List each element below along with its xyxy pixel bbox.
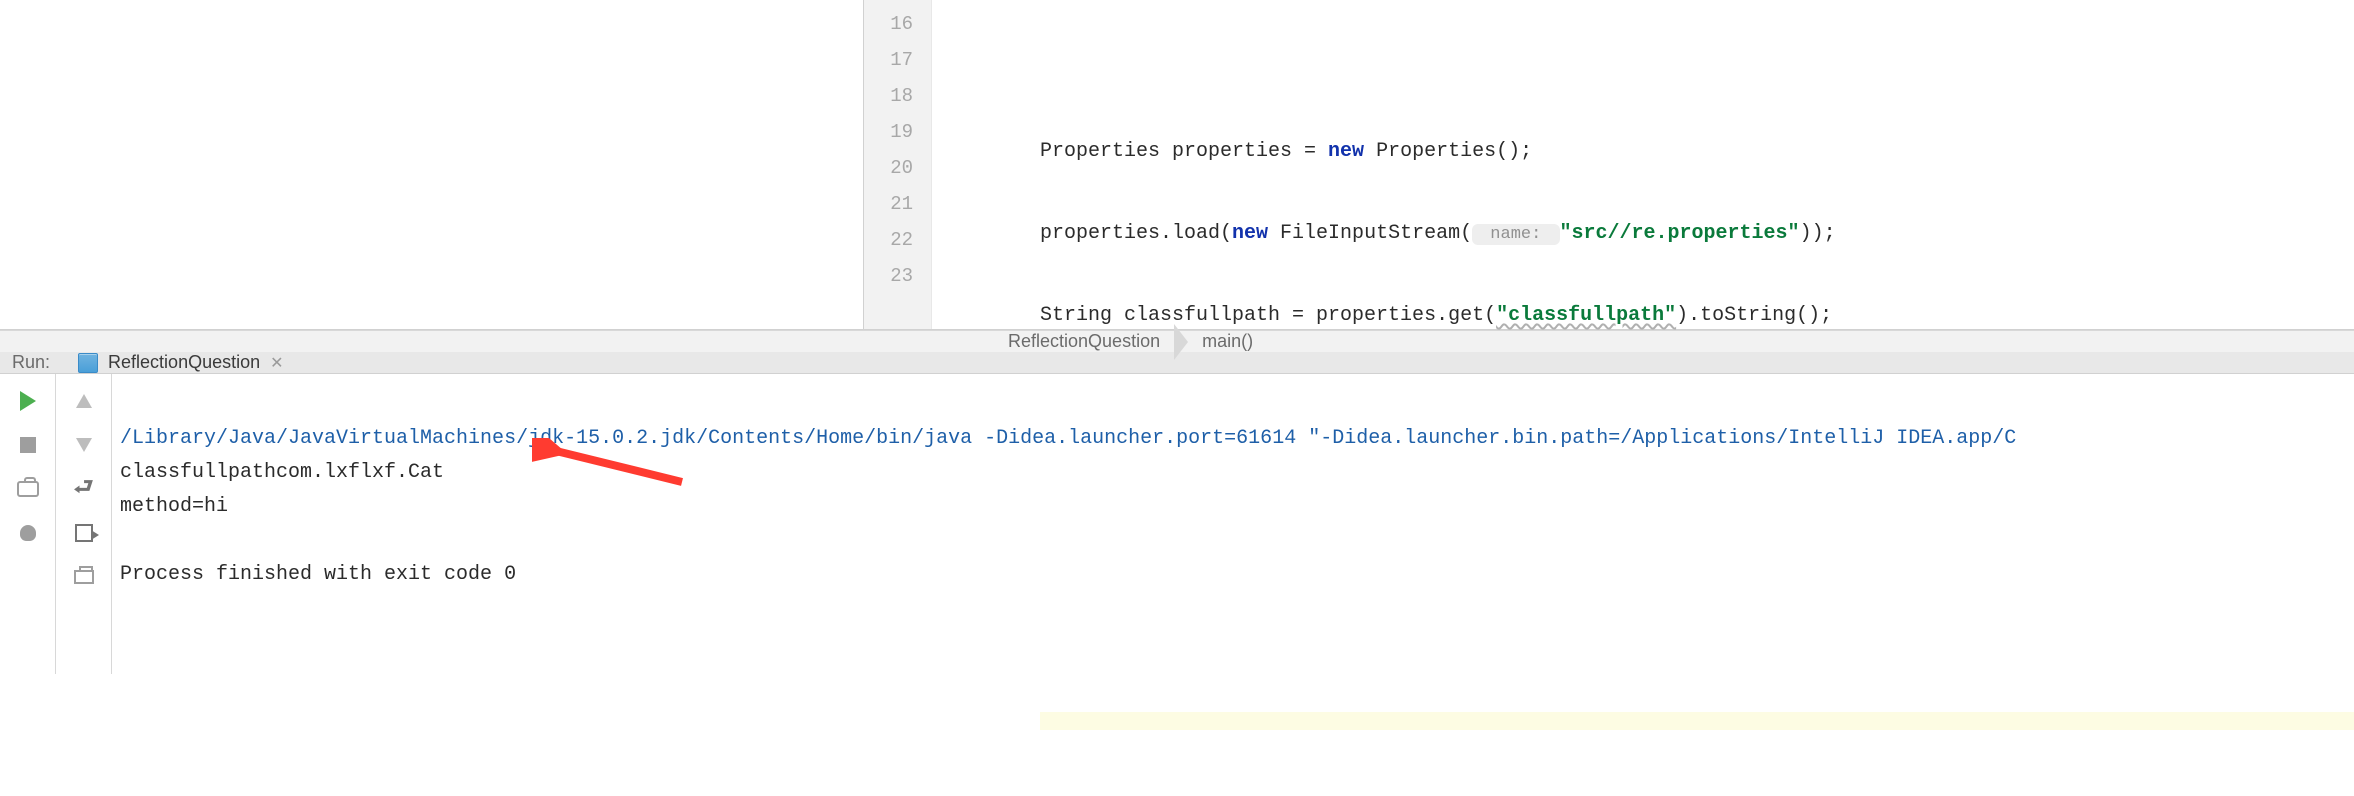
- code-editor[interactable]: Properties properties = new Properties()…: [932, 0, 2354, 329]
- run-config-name[interactable]: ReflectionQuestion: [108, 352, 260, 373]
- code-line: Properties properties = new Properties()…: [1040, 134, 2354, 170]
- line-number: 17: [864, 42, 931, 78]
- line-number: 20: [864, 150, 931, 186]
- stop-button[interactable]: [13, 430, 43, 460]
- console-exit-msg: Process finished with exit code 0: [120, 563, 516, 586]
- run-label: Run:: [12, 352, 50, 373]
- line-number: 21: [864, 186, 931, 222]
- line-number: 23: [864, 258, 931, 294]
- print-button[interactable]: [69, 562, 99, 592]
- play-icon: [20, 391, 36, 411]
- parameter-hint: name:: [1472, 224, 1559, 245]
- arrow-down-icon: [76, 438, 92, 452]
- console-line: method=hi: [120, 495, 228, 518]
- up-button[interactable]: [69, 386, 99, 416]
- print-icon: [74, 570, 94, 584]
- run-toolbar-left: [0, 374, 56, 674]
- wrap-icon: ⮐: [74, 470, 94, 508]
- run-tool-body: ⮐ /Library/Java/JavaVirtualMachines/jdk-…: [0, 374, 2354, 674]
- console-line: classfullpathcom.lxflxf.Cat: [120, 461, 444, 484]
- camera-icon: [17, 481, 39, 497]
- code-line: [1040, 52, 2354, 88]
- left-empty-panel: [0, 0, 864, 329]
- exit-icon: [75, 524, 93, 542]
- run-config-icon: [78, 353, 98, 373]
- current-line-highlight: [1040, 712, 2354, 730]
- dump-threads-button[interactable]: [13, 474, 43, 504]
- breadcrumb-bar: ReflectionQuestion main(): [0, 330, 2354, 352]
- code-line: properties.load(new FileInputStream( nam…: [1040, 216, 2354, 252]
- breadcrumb-method[interactable]: main(): [1188, 331, 1281, 352]
- arrow-up-icon: [76, 394, 92, 408]
- code-line: String classfullpath = properties.get("c…: [1040, 298, 2354, 334]
- line-number: 16: [864, 6, 931, 42]
- console-output[interactable]: /Library/Java/JavaVirtualMachines/jdk-15…: [112, 374, 2354, 674]
- down-button[interactable]: [69, 430, 99, 460]
- editor-area: 16 17 18 19 20 21 22 23 Properties prope…: [0, 0, 2354, 330]
- breadcrumb-class[interactable]: ReflectionQuestion: [994, 331, 1188, 352]
- rerun-button[interactable]: [13, 386, 43, 416]
- soft-wrap-button[interactable]: ⮐: [69, 474, 99, 504]
- line-number: 19: [864, 114, 931, 150]
- close-icon[interactable]: ✕: [270, 353, 283, 373]
- debug-button[interactable]: [13, 518, 43, 548]
- run-toolbar-mid: ⮐: [56, 374, 112, 674]
- console-command: /Library/Java/JavaVirtualMachines/jdk-15…: [120, 427, 2016, 450]
- stop-icon: [20, 437, 36, 453]
- line-number: 18: [864, 78, 931, 114]
- line-gutter: 16 17 18 19 20 21 22 23: [864, 0, 932, 329]
- bug-icon: [18, 523, 38, 543]
- line-number: 22: [864, 222, 931, 258]
- scroll-to-end-button[interactable]: [69, 518, 99, 548]
